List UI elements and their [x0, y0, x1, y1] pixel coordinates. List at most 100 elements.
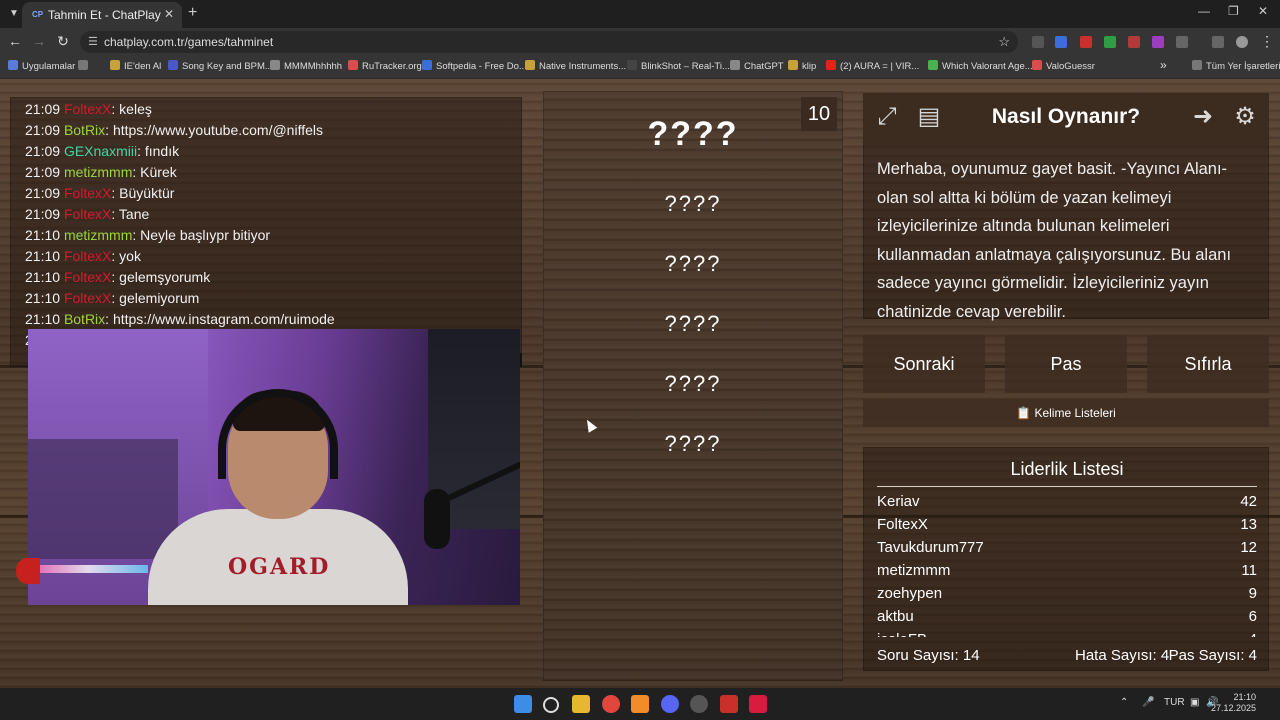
chat-username[interactable]: FoltexX	[64, 101, 111, 117]
display-icon[interactable]: ▣	[1190, 697, 1199, 708]
leaderboard-row: FoltexX 13	[877, 516, 1257, 533]
led-strip	[28, 565, 148, 573]
bookmark-apps[interactable]: Uygulamalar	[8, 60, 75, 72]
word-column: 10 ???? ???? ???? ???? ???? ????	[543, 91, 843, 681]
tab-title: Tahmin Et - ChatPlay	[48, 8, 161, 22]
minimize-icon[interactable]: —	[1198, 4, 1210, 18]
bookmark-star-icon[interactable]: ☆	[998, 34, 1010, 50]
extension-icon[interactable]	[1128, 36, 1140, 48]
new-tab-icon[interactable]: +	[188, 4, 197, 22]
media-icon[interactable]	[1212, 36, 1224, 48]
back-icon[interactable]: ←	[6, 33, 24, 49]
pass-button[interactable]: Pas	[1005, 335, 1127, 393]
leaderboard-scroll[interactable]: Liderlik Listesi Keriav 42 FoltexX 13 Tavukd…	[863, 447, 1269, 637]
file-explorer-icon[interactable]	[572, 695, 590, 713]
leaderboard-name: metizmmm	[877, 562, 951, 579]
browser-menu-icon[interactable]: ⋮	[1258, 33, 1276, 50]
bookmark-item[interactable]: (2) AURA = | VIR...	[826, 60, 919, 72]
extension-icon[interactable]	[1055, 36, 1067, 48]
chat-timestamp: 21:10	[25, 227, 61, 243]
exit-icon[interactable]: ➜	[1187, 101, 1219, 133]
chat-timestamp: 21:10	[25, 248, 61, 264]
chat-text: : gelemiyorum	[111, 290, 200, 306]
site-info-icon[interactable]: ☰	[88, 35, 98, 48]
leaderboard-score: 42	[1240, 493, 1257, 510]
close-window-icon[interactable]: ✕	[1258, 4, 1268, 18]
chat-text: : fındık	[137, 143, 180, 159]
bookmark-item[interactable]: RuTracker.org	[348, 60, 422, 72]
chat-username[interactable]: FoltexX	[64, 248, 111, 264]
restore-icon[interactable]: ❐	[1228, 4, 1239, 18]
chat-username[interactable]: FoltexX	[64, 290, 111, 306]
app-icon[interactable]	[749, 695, 767, 713]
extension-icon[interactable]	[1104, 36, 1116, 48]
bookmark-item[interactable]: Which Valorant Age...	[928, 60, 1033, 72]
language-indicator[interactable]: TUR	[1164, 697, 1185, 708]
chat-username[interactable]: GEXnaxmiii	[64, 143, 137, 159]
chat-username[interactable]: BotRix	[64, 122, 105, 138]
extension-icon[interactable]	[1080, 36, 1092, 48]
leaderboard-name: aktbu	[877, 608, 914, 625]
chat-username[interactable]: BotRix	[64, 311, 105, 327]
chat-username[interactable]: FoltexX	[64, 269, 111, 285]
tray-chevron-icon[interactable]: ⌃	[1120, 697, 1128, 708]
discord-icon[interactable]	[661, 695, 679, 713]
error-count: Hata Sayısı: 4	[1075, 647, 1170, 664]
forward-icon[interactable]: →	[30, 33, 48, 49]
next-button[interactable]: Sonraki	[863, 335, 985, 393]
chat-text: : https://www.instagram.com/ruimode	[105, 311, 335, 327]
leaderboard-score: 13	[1240, 516, 1257, 533]
chat-message: 21:10 FoltexX: gelemiyorum	[25, 290, 199, 306]
notes-icon[interactable]: ▤	[913, 101, 945, 133]
bookmarks-overflow-icon[interactable]: »	[1160, 58, 1167, 72]
bookmark-item[interactable]: IE'den Al	[110, 60, 161, 72]
fl-studio-icon[interactable]	[631, 695, 649, 713]
close-tab-icon[interactable]: ✕	[164, 7, 174, 21]
leaderboard-row: Tavukdurum777 12	[877, 539, 1257, 556]
chat-username[interactable]: FoltexX	[64, 206, 111, 222]
start-icon[interactable]	[514, 695, 532, 713]
extension-icon[interactable]	[1032, 36, 1044, 48]
chat-username[interactable]: metizmmm	[64, 164, 132, 180]
reset-button[interactable]: Sıfırla	[1147, 335, 1269, 393]
bookmark-grid-icon[interactable]	[78, 60, 92, 72]
all-bookmarks[interactable]: Tüm Yer İşaretleri	[1192, 60, 1280, 72]
word-lists-button[interactable]: 📋 Kelime Listeleri	[863, 399, 1269, 427]
chat-username[interactable]: metizmmm	[64, 227, 132, 243]
bookmark-item[interactable]: MMMMhhhhh	[270, 60, 342, 72]
chat-message: 21:09 FoltexX: Tane	[25, 206, 149, 222]
chat-username[interactable]: FoltexX	[64, 185, 111, 201]
bookmark-item[interactable]: ChatGPT	[730, 60, 784, 72]
bookmark-item[interactable]: ValoGuessr	[1032, 60, 1095, 72]
chrome-icon[interactable]	[602, 695, 620, 713]
bookmark-item[interactable]: BlinkShot – Real-Ti...	[627, 60, 730, 72]
fullscreen-icon[interactable]: ⤢	[871, 101, 903, 133]
app-icon[interactable]	[690, 695, 708, 713]
tab-search-chevron-icon[interactable]: ▼	[6, 6, 22, 22]
address-bar[interactable]: ☰ chatplay.com.tr/games/tahminet ☆	[80, 31, 1018, 53]
how-to-play-header: Nasıl Oynanır? ⤢ ▤ ➜ ⚙	[863, 93, 1269, 145]
app-icon[interactable]	[720, 695, 738, 713]
forbidden-word: ????	[664, 251, 722, 276]
bookmark-item[interactable]: Softpedia - Free Do...	[422, 60, 527, 72]
chat-message: 21:10 metizmmm: Neyle başlıypr bitiyor	[25, 227, 270, 243]
leaderboard-row: Keriav 42	[877, 493, 1257, 510]
gear-icon[interactable]: ⚙	[1229, 101, 1261, 133]
reload-icon[interactable]: ↻	[54, 33, 72, 50]
leaderboard-row: aktbu 6	[877, 608, 1257, 625]
extension-icon[interactable]	[1152, 36, 1164, 48]
search-icon[interactable]	[543, 697, 559, 713]
system-clock[interactable]: 21:10 27.12.2025	[1211, 692, 1256, 714]
leaderboard-name: zoehypen	[877, 585, 943, 602]
leaderboard-score: 4	[1249, 631, 1257, 637]
bookmark-item[interactable]: Native Instruments...	[525, 60, 626, 72]
chat-text: : Tane	[111, 206, 150, 222]
profile-avatar[interactable]	[1236, 36, 1248, 48]
bookmark-item[interactable]: klip	[788, 60, 816, 72]
bookmark-item[interactable]: Song Key and BPM...	[168, 60, 273, 72]
microphone-tray-icon[interactable]: 🎤	[1142, 697, 1154, 708]
chat-text: : gelemşyorumk	[111, 269, 211, 285]
browser-tab[interactable]: CP Tahmin Et - ChatPlay ✕	[22, 2, 182, 28]
bookmarks-bar: Uygulamalar IE'den Al Song Key and BPM..…	[0, 56, 1280, 79]
extensions-puzzle-icon[interactable]	[1176, 36, 1188, 48]
